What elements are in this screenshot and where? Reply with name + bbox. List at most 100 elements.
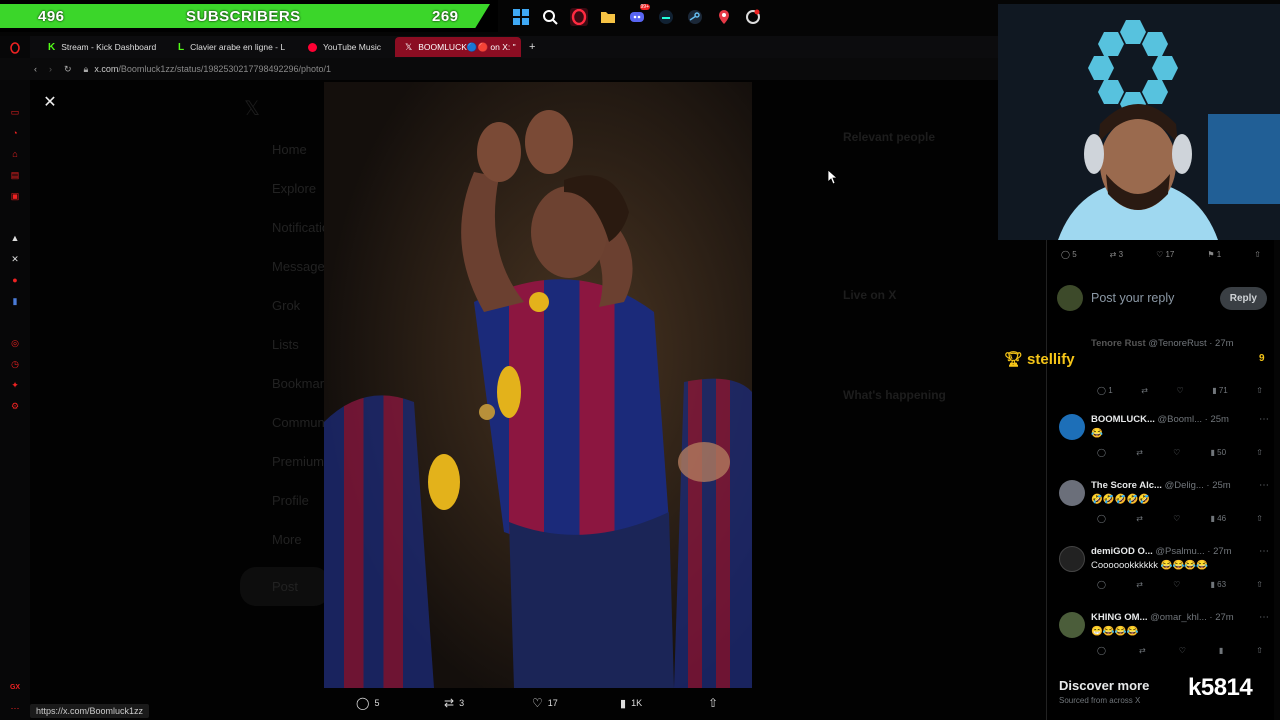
share-icon[interactable]: ⇧ bbox=[1256, 448, 1263, 457]
opera-icon[interactable] bbox=[570, 8, 588, 26]
repost-icon[interactable]: ⇄ bbox=[1136, 580, 1143, 589]
views-icon[interactable]: ▮ 63 bbox=[1211, 580, 1227, 589]
speed-dial-icon[interactable]: ◔ bbox=[9, 127, 21, 139]
history-icon[interactable]: ◷ bbox=[9, 358, 21, 370]
heart-icon[interactable]: ♡ bbox=[1173, 514, 1180, 523]
bag-icon[interactable]: ⌂ bbox=[9, 148, 21, 160]
reply-action[interactable]: ◯ 5 bbox=[356, 696, 444, 710]
views-icon[interactable]: ▮ 71 bbox=[1212, 386, 1228, 395]
tweet-reply-button[interactable]: ◯ 5 bbox=[1061, 250, 1077, 259]
repost-icon[interactable]: ⇄ bbox=[1141, 386, 1148, 395]
stellify-count: 9 bbox=[1259, 353, 1265, 364]
more-icon[interactable]: ⋯ bbox=[1259, 414, 1269, 425]
heart-icon[interactable]: ♡ bbox=[1176, 386, 1183, 395]
views-icon[interactable]: ▮ 46 bbox=[1211, 514, 1227, 523]
reply-name: demiGOD O... bbox=[1091, 546, 1153, 557]
target-icon[interactable]: ◎ bbox=[9, 337, 21, 349]
repost-icon[interactable]: ⇄ bbox=[1136, 514, 1143, 523]
more-icon[interactable]: ⋯ bbox=[9, 702, 21, 714]
tweet-repost-button[interactable]: ⇄ 3 bbox=[1110, 250, 1123, 259]
list-item[interactable]: KHING OM... @omar_khl... · 27m ⋯ 😁😂😂😂 ◯ … bbox=[1057, 612, 1269, 668]
app-icon[interactable] bbox=[657, 8, 675, 26]
tweet-share-button[interactable]: ⇧ bbox=[1254, 250, 1261, 259]
views-icon[interactable]: ▮ 50 bbox=[1211, 448, 1227, 457]
gx-icon[interactable]: GX bbox=[9, 681, 21, 693]
kick-sidebar-icon[interactable]: ▲ bbox=[9, 232, 21, 244]
reddit-sidebar-icon[interactable]: ● bbox=[9, 274, 21, 286]
comment-icon[interactable]: ◯ bbox=[1097, 448, 1106, 457]
comment-icon[interactable]: ◯ bbox=[1097, 514, 1106, 523]
reply-actions: ◯ ⇄ ♡ ▮ 50 ⇧ bbox=[1097, 448, 1263, 457]
repost-icon[interactable]: ⇄ bbox=[1139, 646, 1146, 655]
comment-icon[interactable]: ◯ 1 bbox=[1097, 386, 1113, 395]
views-count: 1K bbox=[631, 698, 643, 708]
share-icon[interactable]: ⇧ bbox=[1256, 386, 1263, 395]
shield-sidebar-icon[interactable]: ▮ bbox=[9, 295, 21, 307]
discord-icon[interactable]: 99+ bbox=[628, 4, 650, 26]
avatar bbox=[1059, 612, 1085, 638]
new-tab-button[interactable]: + bbox=[525, 37, 539, 57]
back-icon[interactable]: ‹ bbox=[34, 64, 37, 74]
reply-view-count: 63 bbox=[1217, 580, 1227, 589]
like-action[interactable]: ♡ 17 bbox=[532, 696, 620, 710]
tab-bar: K Stream - Kick Dashboard L Clavier arab… bbox=[30, 36, 1000, 58]
share-action[interactable]: ⇧ bbox=[708, 696, 796, 710]
windows-icon[interactable] bbox=[512, 8, 530, 26]
share-icon[interactable]: ⇧ bbox=[1256, 646, 1263, 655]
tweet-bookmark-button[interactable]: ⚑ 1 bbox=[1207, 250, 1221, 259]
forward-icon[interactable]: › bbox=[49, 64, 52, 74]
reply-comment-count: 1 bbox=[1108, 386, 1113, 395]
twitch-icon[interactable]: ▤ bbox=[9, 169, 21, 181]
reply-button[interactable]: Reply bbox=[1219, 286, 1267, 310]
folder-icon[interactable] bbox=[599, 8, 617, 26]
share-icon[interactable]: ⇧ bbox=[1256, 580, 1263, 589]
views-action[interactable]: ▮ 1K bbox=[620, 696, 708, 710]
comment-icon[interactable]: ◯ bbox=[1097, 646, 1106, 655]
settings-icon[interactable] bbox=[744, 8, 762, 26]
extensions-icon[interactable]: ✦ bbox=[9, 379, 21, 391]
gear-icon[interactable]: ⚙ bbox=[9, 400, 21, 412]
list-item[interactable]: The Score Alc... @Delig... · 25m ⋯ 🤣🤣🤣🤣🤣… bbox=[1057, 480, 1269, 536]
search-icon[interactable] bbox=[541, 8, 559, 26]
reload-icon[interactable]: ↻ bbox=[64, 64, 72, 75]
heart-icon[interactable]: ♡ bbox=[1173, 580, 1180, 589]
tweet-repost-count: 3 bbox=[1118, 250, 1124, 259]
inbox-icon[interactable]: ▭ bbox=[9, 106, 21, 118]
more-icon[interactable]: ⋯ bbox=[1259, 480, 1269, 491]
reply-name: Tenore Rust bbox=[1091, 338, 1146, 349]
reply-input[interactable]: Post your reply bbox=[1091, 291, 1212, 305]
repost-icon[interactable]: ⇄ bbox=[1136, 448, 1143, 457]
webcam-overlay bbox=[998, 4, 1280, 240]
list-item[interactable]: demiGOD O... @Psalmu... · 27m ⋯ Cooooook… bbox=[1057, 546, 1269, 602]
list-item[interactable]: BOOMLUCK... @Booml... · 25m ⋯ 😂 ◯ ⇄ ♡ ▮ … bbox=[1057, 414, 1269, 470]
tweet-actions: ◯ 5 ⇄ 3 ♡ 17 ⚑ 1 ⇧ bbox=[1061, 250, 1261, 259]
url-field[interactable]: x.com/Boomluck1zz/status/198253021779849… bbox=[94, 64, 331, 74]
views-icon[interactable]: ▮ bbox=[1219, 646, 1223, 655]
tab-boomluck-x[interactable]: 𝕏 BOOMLUCK🔵🔴 on X: " bbox=[394, 37, 521, 57]
reply-composer: Post your reply Reply bbox=[1057, 280, 1267, 316]
more-icon[interactable]: ⋯ bbox=[1259, 546, 1269, 557]
list-item[interactable]: Tenore Rust @TenoreRust · 27m ◯ 1 ⇄ ♡ ▮ … bbox=[1057, 338, 1269, 404]
discover-more-subtitle: Sourced from across X bbox=[1059, 696, 1141, 705]
tab-youtube-music[interactable]: YouTube Music bbox=[298, 37, 391, 57]
reply-header: BOOMLUCK... @Booml... · 25m bbox=[1091, 414, 1229, 425]
tweet-like-button[interactable]: ♡ 17 bbox=[1156, 250, 1174, 259]
reply-handle: @TenoreRust bbox=[1148, 338, 1207, 349]
comment-icon[interactable]: ◯ bbox=[1097, 580, 1106, 589]
l-icon: L bbox=[178, 41, 185, 53]
steam-icon[interactable] bbox=[686, 8, 704, 26]
x-sidebar-icon[interactable]: ✕ bbox=[9, 253, 21, 265]
close-icon[interactable]: ✕ bbox=[42, 92, 58, 111]
messenger-icon[interactable]: ▣ bbox=[9, 190, 21, 202]
tweet-photo[interactable] bbox=[324, 82, 752, 688]
repost-action[interactable]: ⇄ 3 bbox=[444, 696, 532, 710]
opera-menu-icon[interactable] bbox=[9, 42, 21, 54]
share-icon[interactable]: ⇧ bbox=[1256, 514, 1263, 523]
more-icon[interactable]: ⋯ bbox=[1259, 612, 1269, 623]
lock-icon: 🔒︎ bbox=[83, 63, 89, 74]
heart-icon[interactable]: ♡ bbox=[1173, 448, 1180, 457]
location-icon[interactable] bbox=[715, 8, 733, 26]
tab-clavier-arabe[interactable]: L Clavier arabe en ligne - L bbox=[168, 37, 294, 57]
heart-icon[interactable]: ♡ bbox=[1179, 646, 1186, 655]
tab-kick-dashboard[interactable]: K Stream - Kick Dashboard bbox=[38, 37, 164, 57]
